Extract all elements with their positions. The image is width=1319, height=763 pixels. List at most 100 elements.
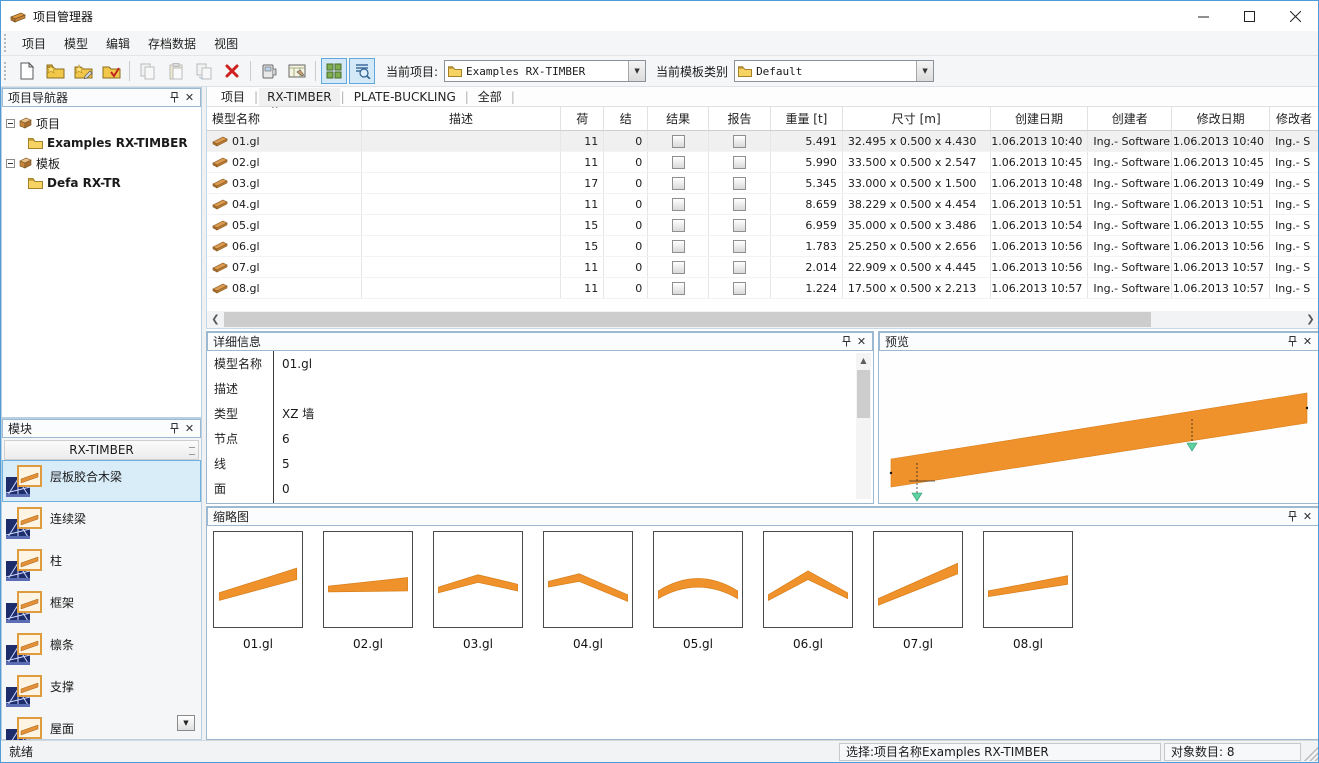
scroll-track[interactable] bbox=[224, 311, 1302, 328]
column-header-creator[interactable]: 创建者 bbox=[1088, 107, 1172, 130]
column-header-desc[interactable]: 描述 bbox=[362, 107, 562, 130]
results-checkbox[interactable] bbox=[672, 198, 685, 211]
scroll-right-arrow[interactable]: ❯ bbox=[1302, 311, 1319, 328]
scroll-thumb[interactable] bbox=[224, 312, 1151, 327]
scroll-up-arrow[interactable]: ▲ bbox=[856, 353, 871, 368]
report-checkbox[interactable] bbox=[733, 219, 746, 232]
results-checkbox[interactable] bbox=[672, 156, 685, 169]
scroll-thumb[interactable] bbox=[857, 370, 870, 418]
report-checkbox[interactable] bbox=[733, 240, 746, 253]
table-row[interactable]: 03.gl1705.34533.000 x 0.500 x 1.5001.06.… bbox=[207, 173, 1319, 194]
thumbnail-image[interactable] bbox=[543, 531, 633, 628]
tree-expander[interactable] bbox=[6, 159, 15, 168]
module-item-1[interactable]: 层板胶合木梁 bbox=[2, 460, 201, 502]
results-checkbox[interactable] bbox=[672, 282, 685, 295]
module-item-2[interactable]: 连续梁 bbox=[2, 502, 201, 544]
new-project-button[interactable] bbox=[42, 58, 68, 84]
thumbnail-image[interactable] bbox=[653, 531, 743, 628]
column-header-dims[interactable]: 尺寸 [m] bbox=[843, 107, 991, 130]
tree-leaf[interactable]: Defa RX-TR bbox=[6, 173, 199, 193]
set-current-project-button[interactable] bbox=[98, 58, 124, 84]
table-row[interactable]: 02.gl1105.99033.500 x 0.500 x 2.5471.06.… bbox=[207, 152, 1319, 173]
column-header-loads[interactable]: 荷 bbox=[561, 107, 604, 130]
pin-icon[interactable] bbox=[1285, 334, 1300, 349]
results-checkbox[interactable] bbox=[672, 261, 685, 274]
table-row[interactable]: 05.gl1506.95935.000 x 0.500 x 3.4861.06.… bbox=[207, 215, 1319, 236]
report-checkbox[interactable] bbox=[733, 282, 746, 295]
thumbnail-06-gl[interactable]: 06.gl bbox=[763, 531, 853, 651]
delete-button[interactable] bbox=[219, 58, 245, 84]
menu-item-5[interactable]: 视图 bbox=[205, 32, 247, 55]
column-header-weight[interactable]: 重量 [t] bbox=[771, 107, 843, 130]
close-button[interactable] bbox=[1272, 1, 1318, 31]
column-header-created[interactable]: 创建日期 bbox=[991, 107, 1089, 130]
archive-data-button[interactable] bbox=[256, 58, 282, 84]
column-header-name[interactable]: 模型名称^ bbox=[207, 107, 362, 130]
close-panel-icon[interactable]: ✕ bbox=[854, 334, 869, 349]
tab--[interactable]: 全部 bbox=[470, 86, 510, 107]
scroll-left-arrow[interactable]: ❮ bbox=[207, 311, 224, 328]
results-checkbox[interactable] bbox=[672, 177, 685, 190]
close-panel-icon[interactable]: ✕ bbox=[1300, 334, 1315, 349]
column-header-combos[interactable]: 结 bbox=[604, 107, 648, 130]
table-row[interactable]: 04.gl1108.65938.229 x 0.500 x 4.4541.06.… bbox=[207, 194, 1319, 215]
table-row[interactable]: 01.gl1105.49132.495 x 0.500 x 4.4301.06.… bbox=[207, 131, 1319, 152]
close-panel-icon[interactable]: ✕ bbox=[182, 90, 197, 105]
results-checkbox[interactable] bbox=[672, 240, 685, 253]
maximize-button[interactable] bbox=[1226, 1, 1272, 31]
pin-icon[interactable] bbox=[839, 334, 854, 349]
tree-expander[interactable] bbox=[6, 119, 15, 128]
thumbnail-07-gl[interactable]: 07.gl bbox=[873, 531, 963, 651]
settings-table-button[interactable] bbox=[284, 58, 310, 84]
module-group-rx-timber[interactable]: RX-TIMBER bbox=[4, 440, 199, 460]
thumbnail-04-gl[interactable]: 04.gl bbox=[543, 531, 633, 651]
resize-grip[interactable] bbox=[1304, 743, 1318, 761]
pin-icon[interactable] bbox=[1285, 509, 1300, 524]
template-category-dropdown-button[interactable]: ▼ bbox=[916, 61, 933, 81]
results-checkbox[interactable] bbox=[672, 135, 685, 148]
report-checkbox[interactable] bbox=[733, 198, 746, 211]
thumbnails-view-toggle[interactable] bbox=[321, 58, 347, 84]
minimize-button[interactable] bbox=[1180, 1, 1226, 31]
details-vertical-scrollbar[interactable]: ▲ bbox=[856, 353, 871, 499]
menu-item-4[interactable]: 存档数据 bbox=[139, 32, 205, 55]
thumbnail-image[interactable] bbox=[763, 531, 853, 628]
table-row[interactable]: 07.gl1102.01422.909 x 0.500 x 4.4451.06.… bbox=[207, 257, 1319, 278]
close-panel-icon[interactable]: ✕ bbox=[1300, 509, 1315, 524]
thumbnail-01-gl[interactable]: 01.gl bbox=[213, 531, 303, 651]
column-header-report_checked[interactable]: 报告 bbox=[709, 107, 771, 130]
pin-icon[interactable] bbox=[167, 421, 182, 436]
column-header-modified[interactable]: 修改日期 bbox=[1172, 107, 1270, 130]
table-row[interactable]: 08.gl1101.22417.500 x 0.500 x 2.2131.06.… bbox=[207, 278, 1319, 299]
report-checkbox[interactable] bbox=[733, 156, 746, 169]
pin-icon[interactable] bbox=[167, 90, 182, 105]
preview-view-toggle[interactable] bbox=[349, 58, 375, 84]
thumbnail-image[interactable] bbox=[873, 531, 963, 628]
current-project-combobox[interactable]: Examples RX-TIMBER ▼ bbox=[444, 60, 646, 82]
paste-button[interactable] bbox=[163, 58, 189, 84]
template-category-combobox[interactable]: Default ▼ bbox=[734, 60, 934, 82]
duplicate-button[interactable] bbox=[191, 58, 217, 84]
table-horizontal-scrollbar[interactable]: ❮ ❯ bbox=[207, 311, 1319, 328]
module-item-4[interactable]: 框架 bbox=[2, 586, 201, 628]
thumbnail-image[interactable] bbox=[433, 531, 523, 628]
module-item-6[interactable]: 支撑 bbox=[2, 670, 201, 712]
thumbnail-05-gl[interactable]: 05.gl bbox=[653, 531, 743, 651]
tree-node-1[interactable]: 项目 bbox=[6, 113, 199, 133]
thumbnail-08-gl[interactable]: 08.gl bbox=[983, 531, 1073, 651]
column-header-results_checked[interactable]: 结果 bbox=[648, 107, 709, 130]
thumbnail-image[interactable] bbox=[323, 531, 413, 628]
thumbnail-03-gl[interactable]: 03.gl bbox=[433, 531, 523, 651]
tab--[interactable]: 项目 bbox=[213, 86, 253, 107]
report-checkbox[interactable] bbox=[733, 177, 746, 190]
menu-item-2[interactable]: 模型 bbox=[55, 32, 97, 55]
report-checkbox[interactable] bbox=[733, 261, 746, 274]
tab-plate-buckling[interactable]: PLATE-BUCKLING bbox=[346, 88, 464, 106]
close-panel-icon[interactable]: ✕ bbox=[182, 421, 197, 436]
new-model-button[interactable] bbox=[14, 58, 40, 84]
module-item-3[interactable]: 柱 bbox=[2, 544, 201, 586]
table-row[interactable]: 06.gl1501.78325.250 x 0.500 x 2.6561.06.… bbox=[207, 236, 1319, 257]
menu-item-3[interactable]: 编辑 bbox=[97, 32, 139, 55]
thumbnail-image[interactable] bbox=[213, 531, 303, 628]
modules-scroll-down-button[interactable]: ▼ bbox=[177, 715, 195, 731]
